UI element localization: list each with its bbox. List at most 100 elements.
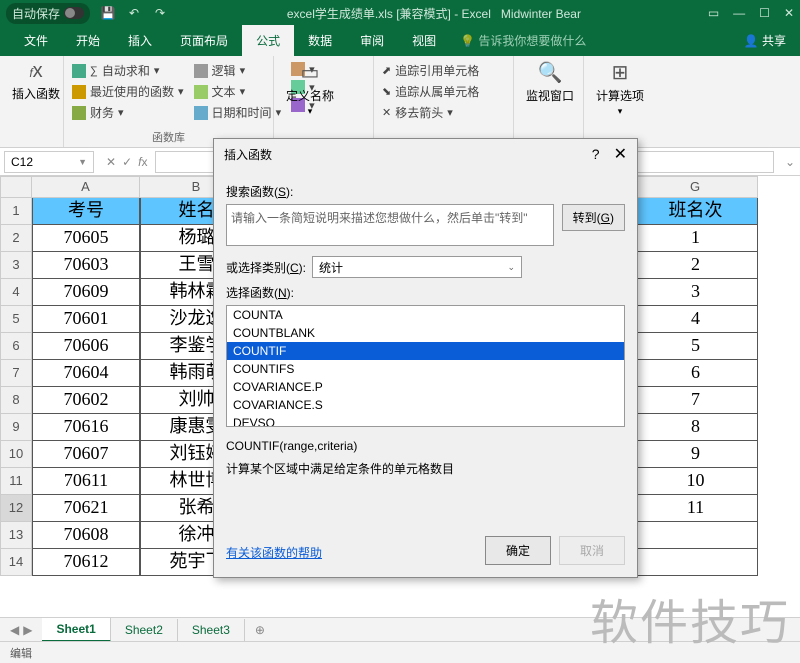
financial-button[interactable]: 财务 ▾ xyxy=(72,104,184,121)
cell[interactable]: 70604 xyxy=(32,360,140,387)
cell[interactable]: 班名次 xyxy=(633,198,758,225)
row-header[interactable]: 14 xyxy=(0,549,32,576)
cell[interactable]: 70616 xyxy=(32,414,140,441)
sheet-tab-3[interactable]: Sheet3 xyxy=(178,619,245,641)
row-header[interactable]: 9 xyxy=(0,414,32,441)
row-header[interactable]: 11 xyxy=(0,468,32,495)
category-select[interactable]: 统计 ⌄ xyxy=(312,256,522,278)
fx-icon[interactable]: fx xyxy=(138,155,147,169)
expand-formula-bar-icon[interactable]: ⌄ xyxy=(780,155,800,169)
cell[interactable]: 70605 xyxy=(32,225,140,252)
cell[interactable]: 70601 xyxy=(32,306,140,333)
trace-precedents-button[interactable]: ⬈ 追踪引用单元格 xyxy=(382,62,505,79)
datetime-button[interactable]: 日期和时间 ▾ xyxy=(194,104,282,121)
close-icon[interactable]: ✕ xyxy=(784,6,794,20)
cell[interactable]: 1 xyxy=(633,225,758,252)
insert-function-button[interactable]: fx 插入函数 xyxy=(8,60,64,102)
cell[interactable]: 70611 xyxy=(32,468,140,495)
tab-view[interactable]: 视图 xyxy=(398,25,450,56)
sheet-tab-2[interactable]: Sheet2 xyxy=(111,619,178,641)
save-icon[interactable]: 💾 xyxy=(100,5,116,21)
cell[interactable]: 8 xyxy=(633,414,758,441)
cell[interactable]: 10 xyxy=(633,468,758,495)
maximize-icon[interactable]: ☐ xyxy=(759,6,770,20)
function-list[interactable]: COUNTACOUNTBLANKCOUNTIFCOUNTIFSCOVARIANC… xyxy=(226,305,625,427)
search-function-input[interactable]: 请输入一条简短说明来描述您想做什么，然后单击"转到" xyxy=(226,204,554,246)
name-box[interactable]: C12 ▼ xyxy=(4,151,94,173)
cell[interactable]: 3 xyxy=(633,279,758,306)
column-header[interactable]: A xyxy=(32,176,140,198)
dialog-close-icon[interactable]: ✕ xyxy=(614,144,627,164)
go-button[interactable]: 转到(G) xyxy=(562,204,625,231)
tab-file[interactable]: 文件 xyxy=(10,25,62,56)
function-list-item[interactable]: COUNTA xyxy=(227,306,624,324)
cell[interactable]: 考号 xyxy=(32,198,140,225)
function-list-item[interactable]: COUNTIFS xyxy=(227,360,624,378)
row-header[interactable]: 2 xyxy=(0,225,32,252)
function-list-item[interactable]: COUNTIF xyxy=(227,342,624,360)
cell[interactable]: 2 xyxy=(633,252,758,279)
row-header[interactable]: 1 xyxy=(0,198,32,225)
watch-window-button[interactable]: 🔍 监视窗口 xyxy=(522,60,578,104)
cancel-formula-icon[interactable]: ✕ xyxy=(106,155,116,169)
autosave-toggle[interactable]: 自动保存 xyxy=(6,3,90,24)
cell[interactable]: 4 xyxy=(633,306,758,333)
function-list-item[interactable]: COUNTBLANK xyxy=(227,324,624,342)
redo-icon[interactable]: ↷ xyxy=(152,5,168,21)
row-header[interactable]: 6 xyxy=(0,333,32,360)
undo-icon[interactable]: ↶ xyxy=(126,5,142,21)
row-header[interactable]: 3 xyxy=(0,252,32,279)
tab-formulas[interactable]: 公式 xyxy=(242,25,294,56)
cell[interactable]: 9 xyxy=(633,441,758,468)
cell[interactable]: 70621 xyxy=(32,495,140,522)
row-header[interactable]: 7 xyxy=(0,360,32,387)
tab-review[interactable]: 审阅 xyxy=(346,25,398,56)
tab-data[interactable]: 数据 xyxy=(294,25,346,56)
cell[interactable] xyxy=(633,549,758,576)
function-list-item[interactable]: COVARIANCE.P xyxy=(227,378,624,396)
cell[interactable]: 7 xyxy=(633,387,758,414)
define-name-button[interactable]: ▭ 定义名称▾ xyxy=(282,60,338,117)
trace-dependents-button[interactable]: ⬊ 追踪从属单元格 xyxy=(382,83,505,100)
text-button[interactable]: 文本 ▾ xyxy=(194,83,282,100)
row-header[interactable]: 4 xyxy=(0,279,32,306)
autosum-button[interactable]: ∑ 自动求和 ▾ xyxy=(72,62,184,79)
tab-insert[interactable]: 插入 xyxy=(114,25,166,56)
recent-functions-button[interactable]: 最近使用的函数 ▾ xyxy=(72,83,184,100)
row-header[interactable]: 10 xyxy=(0,441,32,468)
cell[interactable]: 70606 xyxy=(32,333,140,360)
cancel-button[interactable]: 取消 xyxy=(559,536,625,565)
function-help-link[interactable]: 有关该函数的帮助 xyxy=(226,544,322,561)
ok-button[interactable]: 确定 xyxy=(485,536,551,565)
row-header[interactable]: 8 xyxy=(0,387,32,414)
cell[interactable]: 70607 xyxy=(32,441,140,468)
cell[interactable]: 70602 xyxy=(32,387,140,414)
cell[interactable]: 70603 xyxy=(32,252,140,279)
cell[interactable]: 70609 xyxy=(32,279,140,306)
cell[interactable]: 6 xyxy=(633,360,758,387)
sheet-nav-next-icon[interactable]: ▶ xyxy=(23,623,32,637)
sheet-nav-prev-icon[interactable]: ◀ xyxy=(10,623,19,637)
logical-button[interactable]: 逻辑 ▾ xyxy=(194,62,282,79)
minimize-icon[interactable]: — xyxy=(733,6,745,20)
tab-layout[interactable]: 页面布局 xyxy=(166,25,242,56)
calc-options-button[interactable]: ⊞ 计算选项▾ xyxy=(592,60,648,117)
ribbon-options-icon[interactable]: ▭ xyxy=(708,6,719,20)
cell[interactable]: 5 xyxy=(633,333,758,360)
dialog-help-icon[interactable]: ? xyxy=(592,146,600,162)
accept-formula-icon[interactable]: ✓ xyxy=(122,155,132,169)
cell[interactable]: 70612 xyxy=(32,549,140,576)
sheet-tab-1[interactable]: Sheet1 xyxy=(42,618,110,642)
function-list-item[interactable]: COVARIANCE.S xyxy=(227,396,624,414)
tab-home[interactable]: 开始 xyxy=(62,25,114,56)
cell[interactable]: 70608 xyxy=(32,522,140,549)
row-header[interactable]: 12 xyxy=(0,495,32,522)
cell[interactable] xyxy=(633,522,758,549)
function-list-item[interactable]: DEVSQ xyxy=(227,414,624,427)
tell-me-search[interactable]: 告诉我你想要做什么 xyxy=(450,25,730,56)
select-all-corner[interactable] xyxy=(0,176,32,198)
column-header[interactable]: G xyxy=(633,176,758,198)
row-header[interactable]: 5 xyxy=(0,306,32,333)
row-header[interactable]: 13 xyxy=(0,522,32,549)
share-button[interactable]: 👤 共享 xyxy=(730,25,800,56)
